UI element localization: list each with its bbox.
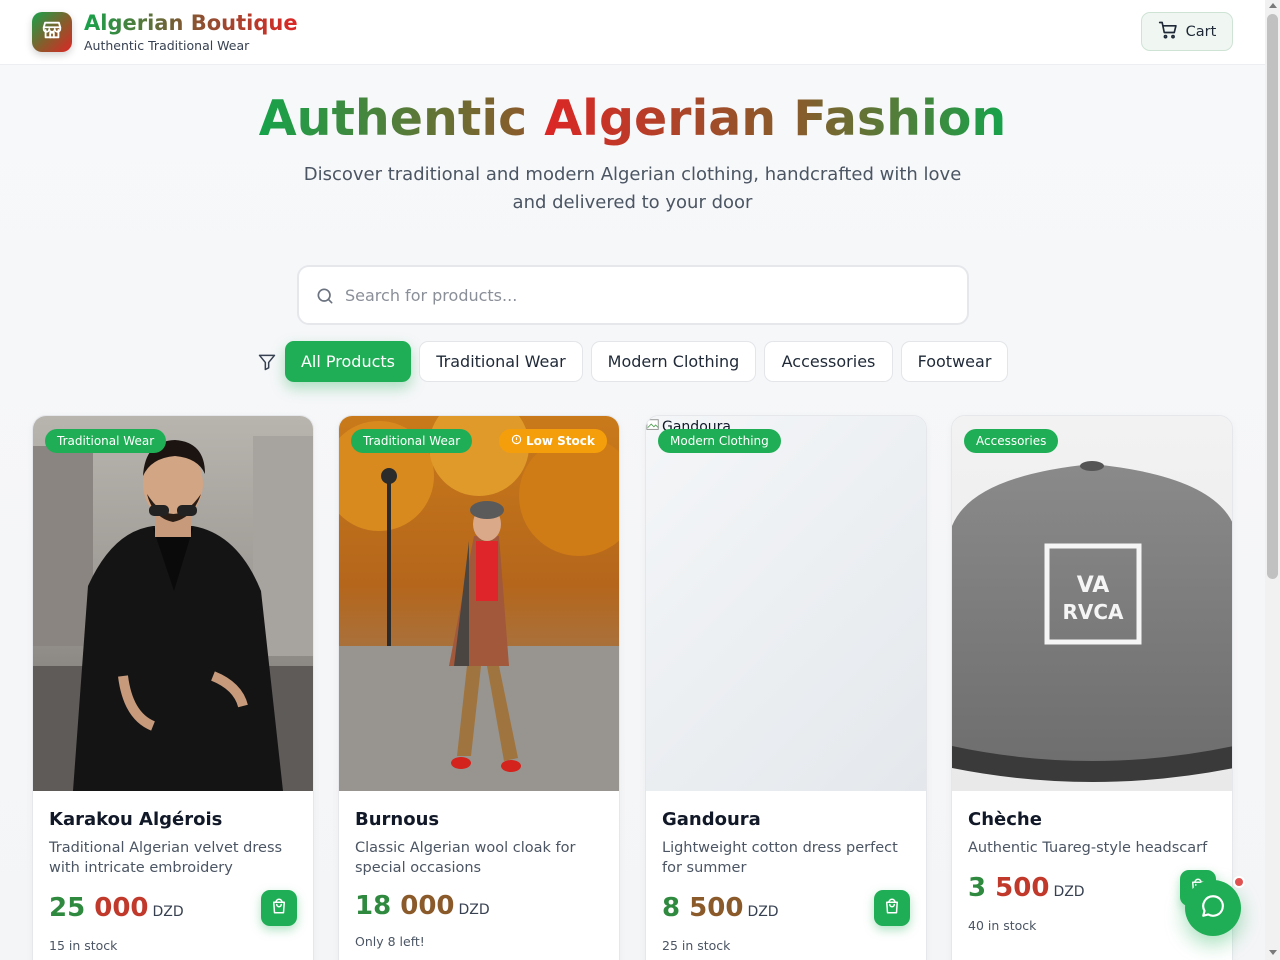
product-name[interactable]: Burnous [355, 809, 439, 830]
chat-notification-dot [1233, 876, 1245, 888]
category-badge: Traditional Wear [351, 429, 473, 453]
brand-title[interactable]: Algerian Boutique [84, 11, 298, 35]
brand-subtitle: Authentic Traditional Wear [84, 38, 250, 53]
product-description: Lightweight cotton dress perfect for sum… [662, 840, 898, 876]
product-price: 18 000 DZD [355, 891, 490, 921]
cap-logo-line-2: RVCA [1062, 600, 1124, 624]
price-currency: DZD [1053, 884, 1085, 900]
cart-button[interactable]: Cart [1141, 12, 1233, 51]
stock-info: Only 8 left! [355, 934, 425, 949]
search-input[interactable] [345, 283, 945, 307]
stock-info: 40 in stock [968, 918, 1037, 933]
chat-button[interactable] [1185, 880, 1241, 936]
vertical-scrollbar[interactable] [1265, 0, 1280, 960]
hero-title-word-3: Fashion [793, 90, 1007, 147]
hero-title: Authentic Algerian Fashion [0, 90, 1265, 147]
filter-chip-accessories[interactable]: Accessories [764, 341, 893, 382]
price-currency: DZD [747, 904, 779, 920]
low-stock-label: Low Stock [526, 434, 595, 448]
price-thousands: 25 [49, 893, 86, 923]
chat-bubble-icon [1200, 893, 1226, 923]
product-name[interactable]: Karakou Algérois [49, 809, 222, 830]
top-header: Algerian Boutique Authentic Traditional … [0, 0, 1265, 65]
hero-title-word-1: Authentic [258, 90, 528, 147]
hero-title-word-2: Algerian [544, 90, 777, 147]
store-logo[interactable] [32, 12, 72, 52]
product-price: 8 500 DZD [662, 893, 779, 923]
add-to-cart-button[interactable] [874, 890, 910, 926]
cart-label: Cart [1185, 23, 1217, 40]
shopping-bag-icon [883, 897, 901, 919]
low-stock-badge: Low Stock [499, 429, 607, 453]
scrollbar-thumb[interactable] [1267, 14, 1278, 579]
stock-info: 15 in stock [49, 938, 118, 953]
price-thousands: 3 [968, 873, 987, 903]
product-description: Traditional Algerian velvet dress with i… [49, 840, 283, 876]
product-image[interactable] [339, 416, 619, 791]
product-card-karakou[interactable]: Traditional Wear Karakou Algérois Tradit… [32, 415, 314, 960]
price-currency: DZD [458, 902, 490, 918]
shopping-cart-icon [1158, 20, 1178, 44]
scroll-up-icon[interactable] [1269, 3, 1277, 8]
search-icon [315, 286, 335, 310]
product-image[interactable]: VA RVCA [952, 416, 1232, 791]
price-currency: DZD [152, 904, 184, 920]
product-description: Classic Algerian wool cloak for special … [355, 840, 576, 876]
product-card-cheche[interactable]: VA RVCA Accessories Chèche Authentic Tua… [951, 415, 1233, 960]
product-price: 3 500 DZD [968, 873, 1085, 903]
filter-chip-all-products[interactable]: All Products [285, 341, 411, 382]
filter-chip-footwear[interactable]: Footwear [901, 341, 1008, 382]
search-bar [297, 265, 969, 325]
product-card-gandoura[interactable]: Gandoura Modern Clothing Gandoura Lightw… [645, 415, 927, 960]
filter-icon [257, 352, 277, 376]
stock-info: 25 in stock [662, 938, 731, 953]
filter-chip-modern-clothing[interactable]: Modern Clothing [591, 341, 756, 382]
product-name[interactable]: Chèche [968, 809, 1042, 830]
price-rest: 500 [995, 873, 1050, 903]
add-to-cart-button[interactable] [261, 890, 297, 926]
price-rest: 000 [400, 891, 455, 921]
cap-logo-line-1: VA [1077, 573, 1110, 598]
product-image[interactable]: Gandoura [646, 416, 926, 791]
product-name[interactable]: Gandoura [662, 809, 761, 830]
price-thousands: 18 [355, 891, 392, 921]
product-image[interactable] [33, 416, 313, 791]
category-badge: Accessories [964, 429, 1059, 453]
product-price: 25 000 DZD [49, 893, 184, 923]
shopping-bag-icon [270, 897, 288, 919]
scroll-down-icon[interactable] [1269, 950, 1277, 955]
category-badge: Modern Clothing [658, 429, 781, 453]
price-rest: 000 [94, 893, 149, 923]
product-description: Authentic Tuareg-style headscarf [968, 840, 1208, 856]
hero-subtitle: Discover traditional and modern Algerian… [303, 164, 962, 213]
store-icon [41, 19, 63, 45]
price-rest: 500 [689, 893, 744, 923]
page: Algerian Boutique Authentic Traditional … [0, 0, 1265, 960]
filter-chip-traditional-wear[interactable]: Traditional Wear [419, 341, 583, 382]
category-badge: Traditional Wear [45, 429, 167, 453]
price-thousands: 8 [662, 893, 681, 923]
alert-circle-icon [511, 434, 522, 448]
product-card-burnous[interactable]: Traditional Wear Low Stock Burnous Class… [338, 415, 620, 960]
broken-image-icon [646, 418, 660, 436]
